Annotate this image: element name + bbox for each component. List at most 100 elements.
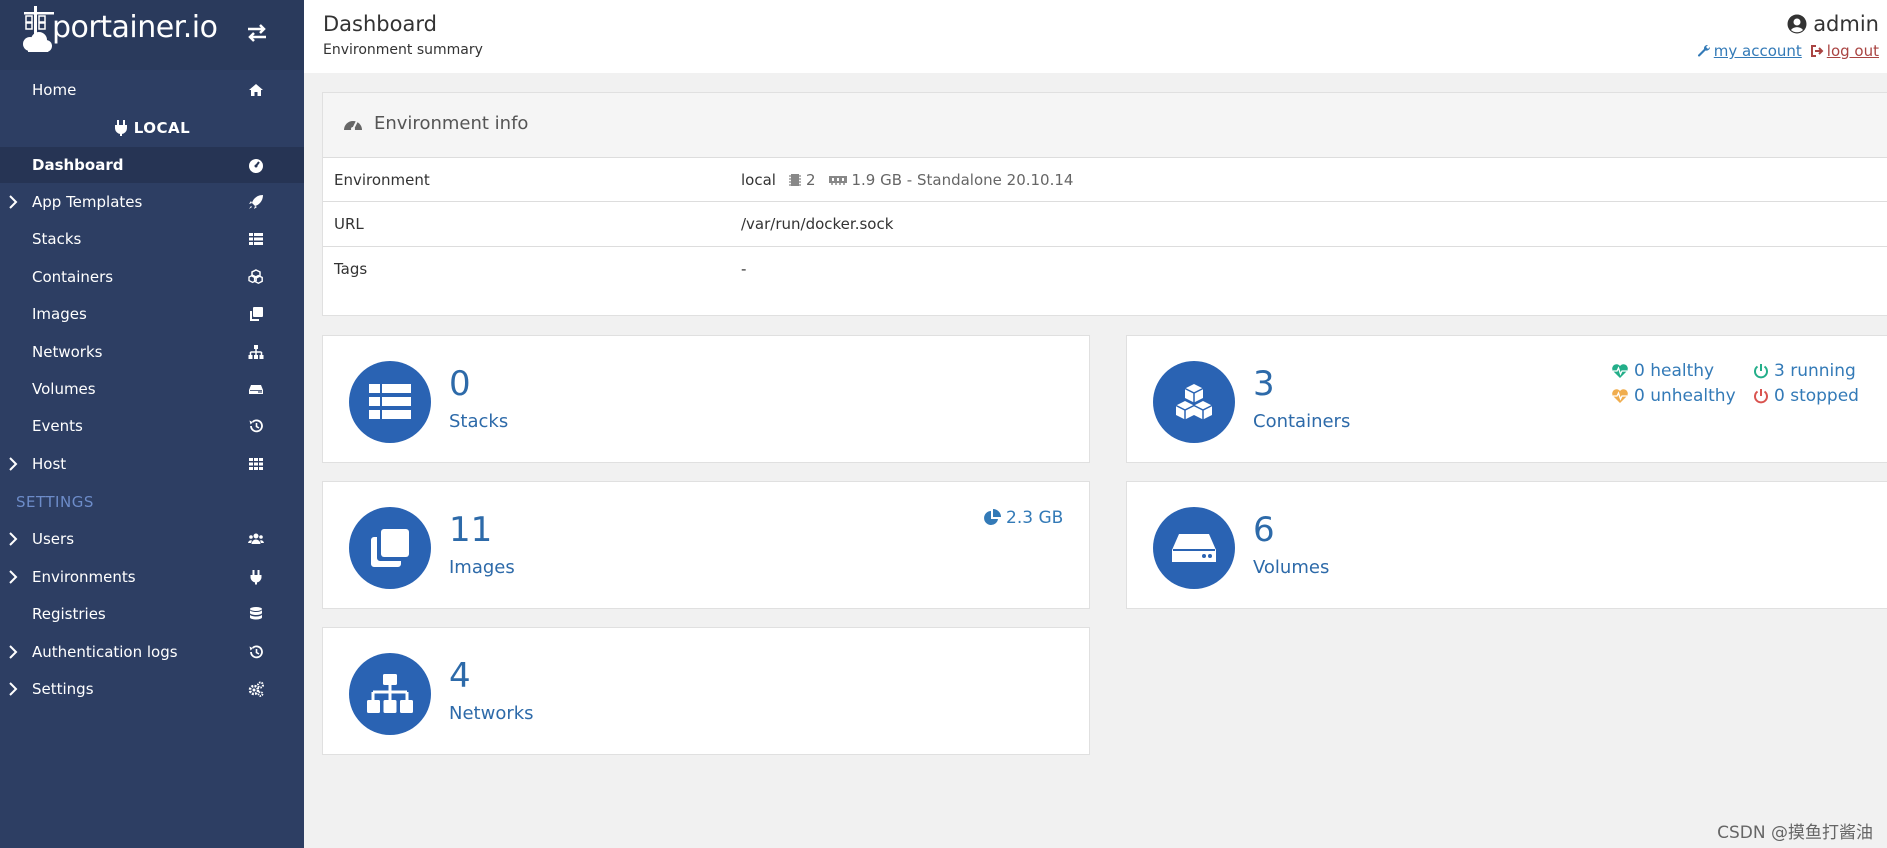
user-info: admin	[1787, 12, 1879, 36]
volumes-count: 6	[1253, 510, 1275, 550]
sidebar-item-label: Volumes	[32, 380, 96, 398]
sidebar-item-registries[interactable]: Registries	[0, 596, 304, 632]
chevron-right-icon[interactable]	[8, 682, 18, 696]
sidebar-item-label: Authentication logs	[32, 643, 178, 661]
my-account-label: my account	[1713, 42, 1802, 60]
sidebar-item-images[interactable]: Images	[0, 296, 304, 332]
log-out-label: log out	[1826, 42, 1879, 60]
environment-name-value: local	[741, 171, 776, 189]
environment-info-title: Environment info	[374, 113, 529, 134]
running-count: 3 running	[1774, 361, 1856, 381]
home-icon	[249, 84, 263, 96]
stacks-count: 0	[449, 364, 471, 404]
running-status: 3 running	[1753, 361, 1856, 381]
sidebar-item-networks[interactable]: Networks	[0, 334, 304, 370]
environment-info-header: Environment info	[323, 93, 1887, 158]
networks-circle	[349, 653, 431, 735]
cubes-icon	[248, 269, 263, 284]
brand[interactable]: portainer.io	[0, 0, 304, 70]
toggle-sidebar-icon[interactable]	[244, 20, 270, 46]
heartbeat-icon	[1612, 364, 1628, 378]
sidebar-item-volumes[interactable]: Volumes	[0, 371, 304, 407]
images-card[interactable]: 11 Images 2.3 GB	[322, 481, 1090, 609]
sidebar-item-label: App Templates	[32, 193, 143, 211]
chevron-right-icon[interactable]	[8, 570, 18, 584]
memory-and-type: 1.9 GB - Standalone 20.10.14	[851, 171, 1074, 189]
environment-header: LOCAL	[0, 110, 304, 146]
pie-chart-icon	[984, 509, 1001, 525]
memory-icon	[828, 176, 847, 185]
sidebar-item-label: Images	[32, 305, 87, 323]
sidebar-item-label: Registries	[32, 605, 106, 623]
sidebar-item-label: Events	[32, 417, 83, 435]
env-row-key: Environment	[334, 171, 430, 189]
my-account-link[interactable]: my account	[1697, 42, 1802, 60]
sidebar-item-host[interactable]: Host	[0, 446, 304, 482]
sidebar-item-authentication-logs[interactable]: Authentication logs	[0, 634, 304, 670]
page-title: Dashboard	[323, 12, 437, 36]
env-row-key: Tags	[334, 260, 368, 278]
images-circle	[349, 507, 431, 589]
heartbeat-icon	[1612, 389, 1628, 403]
history-icon	[249, 645, 263, 659]
sidebar-item-environments[interactable]: Environments	[0, 559, 304, 595]
clone-icon	[250, 307, 263, 321]
sidebar-item-home[interactable]: Home	[0, 72, 304, 108]
cogs-icon	[248, 681, 264, 697]
users-icon	[248, 533, 264, 544]
hdd-icon	[1172, 534, 1216, 562]
rocket-icon	[249, 195, 263, 209]
stopped-count: 0 stopped	[1774, 386, 1859, 406]
cpu-icon	[788, 174, 801, 186]
images-count: 11	[449, 510, 493, 550]
networks-card[interactable]: 4 Networks	[322, 627, 1090, 755]
sitemap-icon	[367, 674, 413, 713]
containers-card[interactable]: 3 Containers 0 healthy 0 unhealthy 3 run…	[1126, 335, 1887, 463]
database-icon	[250, 607, 262, 620]
topbar: Dashboard Environment summary admin my a…	[304, 0, 1887, 73]
sitemap-icon	[248, 345, 264, 359]
list-icon	[369, 384, 411, 419]
dashboard-icon	[249, 159, 263, 173]
power-icon	[1754, 389, 1768, 404]
volumes-card[interactable]: 6 Volumes	[1126, 481, 1887, 609]
sidebar-item-label: Networks	[32, 343, 103, 361]
sidebar-item-settings[interactable]: Settings	[0, 671, 304, 707]
images-size-value: 2.3 GB	[1006, 508, 1064, 528]
chevron-right-icon[interactable]	[8, 195, 18, 209]
chevron-right-icon[interactable]	[8, 645, 18, 659]
stacks-label: Stacks	[449, 411, 509, 432]
sidebar-item-label: Containers	[32, 268, 114, 286]
settings-section-title: SETTINGS	[16, 493, 94, 511]
wrench-icon	[1697, 44, 1710, 57]
chevron-right-icon[interactable]	[8, 532, 18, 546]
tachometer-icon	[344, 120, 362, 131]
sidebar-item-label: Stacks	[32, 230, 82, 248]
sidebar-item-containers[interactable]: Containers	[0, 259, 304, 295]
sidebar-item-app-templates[interactable]: App Templates	[0, 184, 304, 220]
sidebar-item-events[interactable]: Events	[0, 408, 304, 444]
env-row-tags: Tags -	[323, 246, 1887, 291]
sidebar-item-dashboard[interactable]: Dashboard	[0, 147, 304, 183]
chevron-right-icon[interactable]	[8, 457, 18, 471]
sidebar-item-label: Users	[32, 530, 75, 548]
sidebar-item-stacks[interactable]: Stacks	[0, 221, 304, 257]
networks-label: Networks	[449, 703, 534, 724]
sidebar-item-label: Home	[32, 81, 77, 99]
healthy-status: 0 healthy	[1611, 361, 1714, 381]
list-icon	[249, 233, 263, 245]
sidebar-item-label: Environments	[32, 568, 136, 586]
stopped-status: 0 stopped	[1753, 386, 1859, 406]
log-out-link[interactable]: log out	[1810, 42, 1879, 60]
env-row-value: -	[741, 260, 747, 278]
images-label: Images	[449, 557, 515, 578]
power-icon	[1754, 364, 1768, 379]
volumes-circle	[1153, 507, 1235, 589]
containers-label: Containers	[1253, 411, 1351, 432]
stacks-card[interactable]: 0 Stacks	[322, 335, 1090, 463]
sidebar-item-users[interactable]: Users	[0, 521, 304, 557]
networks-count: 4	[449, 656, 471, 696]
images-size: 2.3 GB	[983, 508, 1063, 528]
env-row-key: URL	[334, 215, 364, 233]
brand-name: portainer.io	[52, 10, 218, 45]
